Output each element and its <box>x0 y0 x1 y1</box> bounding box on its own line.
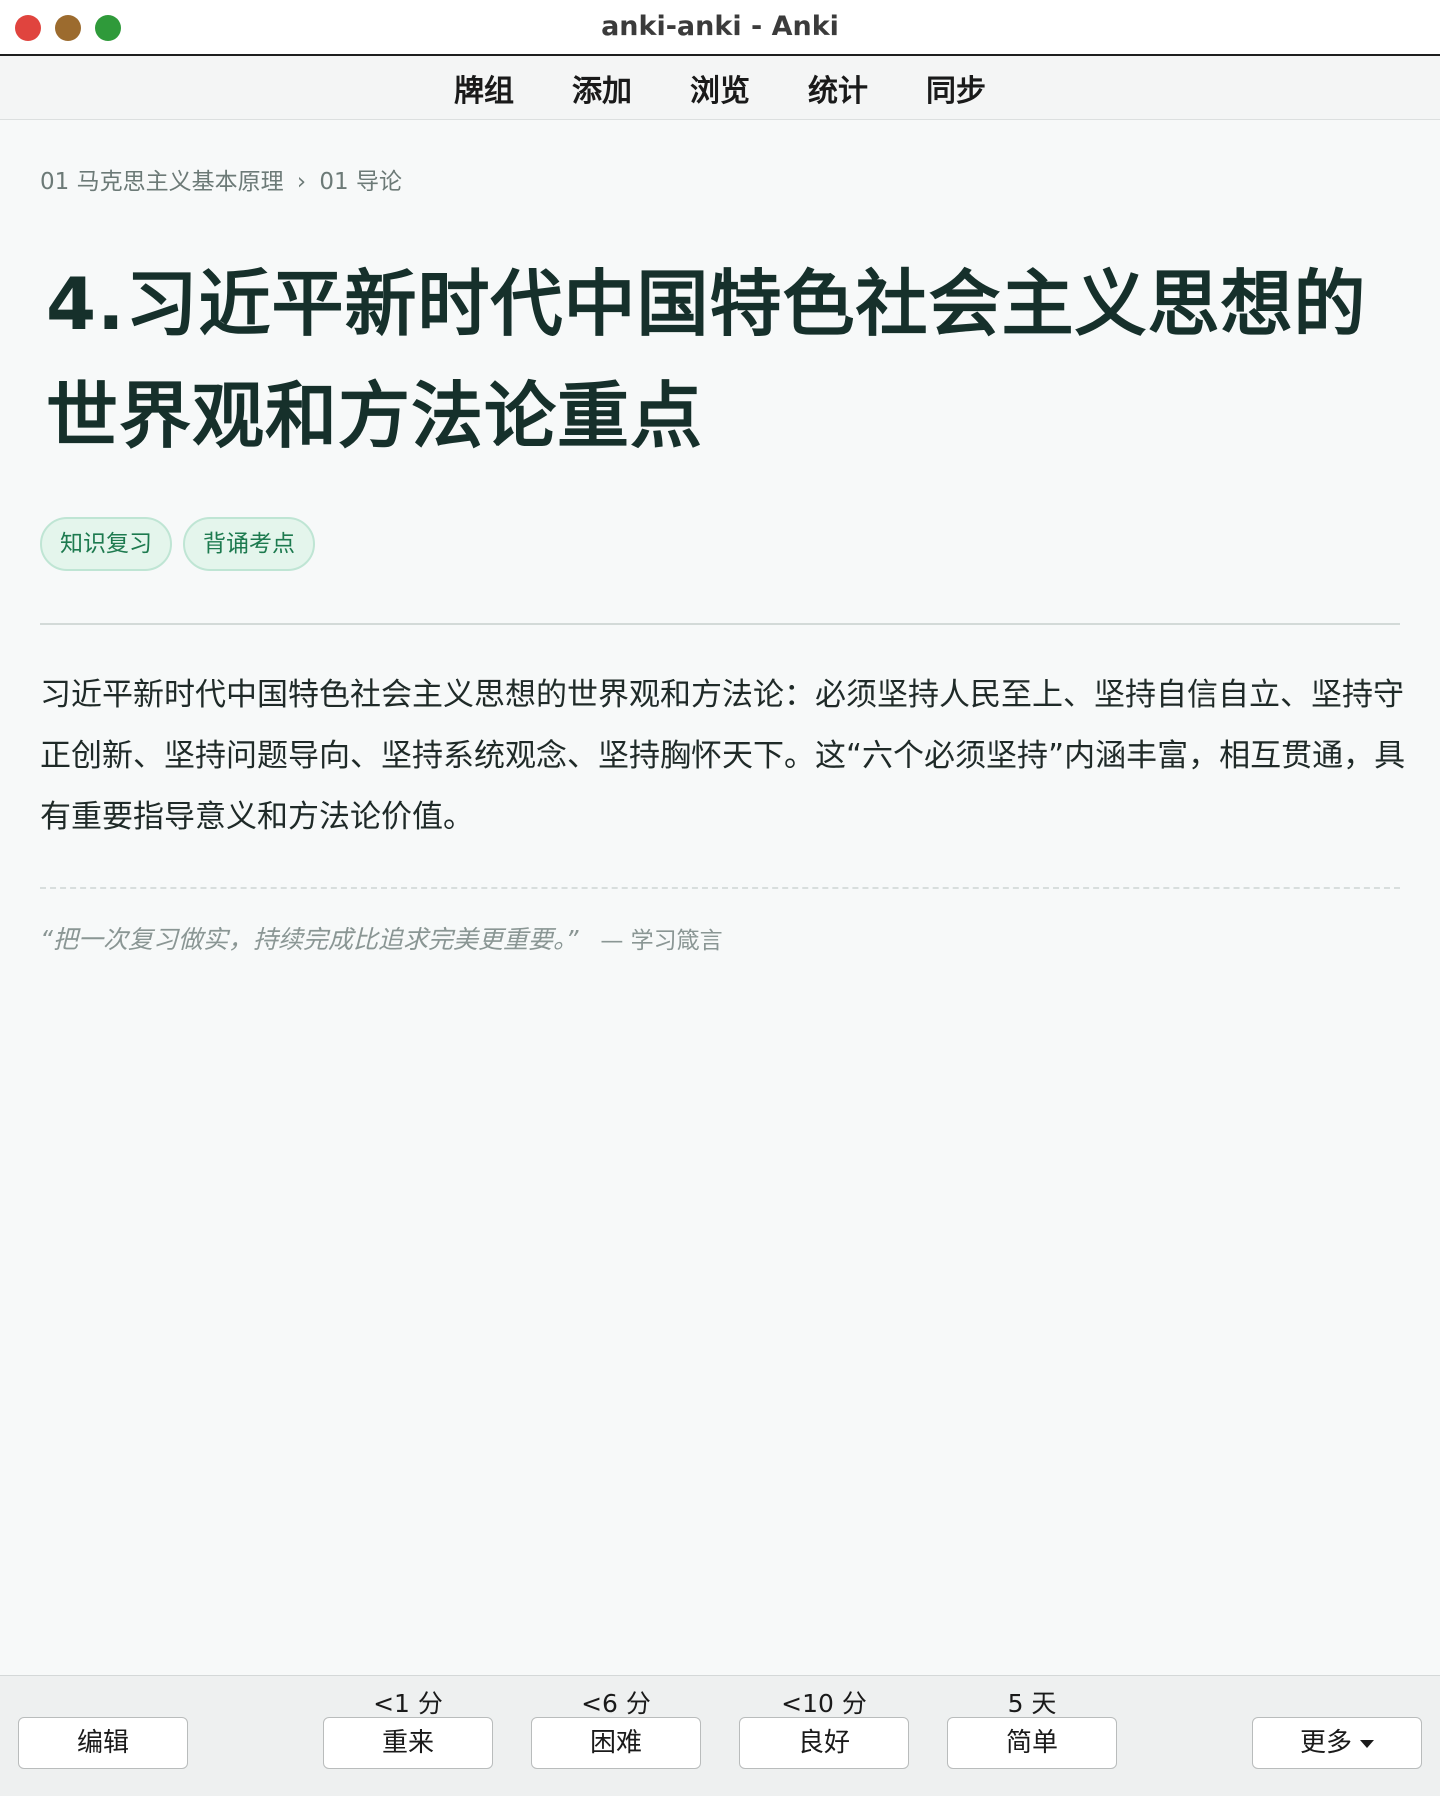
more-button-label: 更多 <box>1299 1728 1352 1758</box>
card-heading: 4.习近平新时代中国特色社会主义思想的世界观和方法论重点 <box>46 262 1367 458</box>
breadcrumb: 01 马克思主义基本原理 › 01 导论 <box>40 162 402 196</box>
tag-knowledge-review: 知识复习 <box>40 517 172 571</box>
window-title: anki-anki - Anki <box>601 11 839 42</box>
nav-add[interactable]: 添加 <box>572 66 632 110</box>
quote: “把一次复习做实，持续完成比追求完美更重要。” — 学习箴言 <box>40 920 723 956</box>
edit-button-label: 编辑 <box>76 1728 129 1758</box>
tag-list: 知识复习 背诵考点 <box>40 517 326 571</box>
hard-button[interactable]: 困难 <box>531 1717 701 1769</box>
card-content: 01 马克思主义基本原理 › 01 导论 4.习近平新时代中国特色社会主义思想的… <box>0 120 1440 1675</box>
tag-recitation-points: 背诵考点 <box>183 517 315 571</box>
breadcrumb-subdeck: 01 导论 <box>319 169 402 195</box>
easy-button[interactable]: 简单 <box>947 1717 1117 1769</box>
easy-button-label: 简单 <box>1005 1728 1058 1758</box>
again-interval: <1 分 <box>373 1689 443 1718</box>
card-body: 习近平新时代中国特色社会主义思想的世界观和方法论：必须坚持人民至上、坚持自信自立… <box>40 677 1406 835</box>
breadcrumb-deck: 01 马克思主义基本原理 <box>40 169 284 195</box>
easy-interval: 5 天 <box>1007 1689 1057 1718</box>
again-button[interactable]: 重来 <box>323 1717 493 1769</box>
top-nav: 牌组 添加 浏览 统计 同步 <box>0 56 1440 120</box>
more-button[interactable]: 更多 <box>1252 1717 1422 1769</box>
breadcrumb-separator: › <box>296 169 307 195</box>
divider <box>40 623 1400 625</box>
again-button-label: 重来 <box>381 1728 434 1758</box>
anki-window: anki-anki - Anki 牌组 添加 浏览 统计 同步 01 马克思主义… <box>0 0 1440 1796</box>
title-bar: anki-anki - Anki <box>0 0 1440 56</box>
nav-browse[interactable]: 浏览 <box>690 66 750 110</box>
nav-decks[interactable]: 牌组 <box>454 66 514 110</box>
hard-interval: <6 分 <box>581 1689 651 1718</box>
dashed-divider <box>40 887 1400 889</box>
good-button[interactable]: 良好 <box>739 1717 909 1769</box>
good-button-label: 良好 <box>797 1728 850 1758</box>
quote-source: — 学习箴言 <box>600 928 723 954</box>
caret-down-icon <box>1360 1739 1374 1748</box>
nav-stats[interactable]: 统计 <box>808 66 868 110</box>
edit-button[interactable]: 编辑 <box>18 1717 188 1769</box>
quote-text: “把一次复习做实，持续完成比追求完美更重要。” <box>40 925 579 954</box>
good-interval: <10 分 <box>781 1689 867 1718</box>
nav-sync[interactable]: 同步 <box>926 66 986 110</box>
review-bar: 编辑 <1 分 重来 <6 分 困难 <10 分 良好 5 天 简单 更多 <box>0 1675 1440 1796</box>
hard-button-label: 困难 <box>589 1728 642 1758</box>
